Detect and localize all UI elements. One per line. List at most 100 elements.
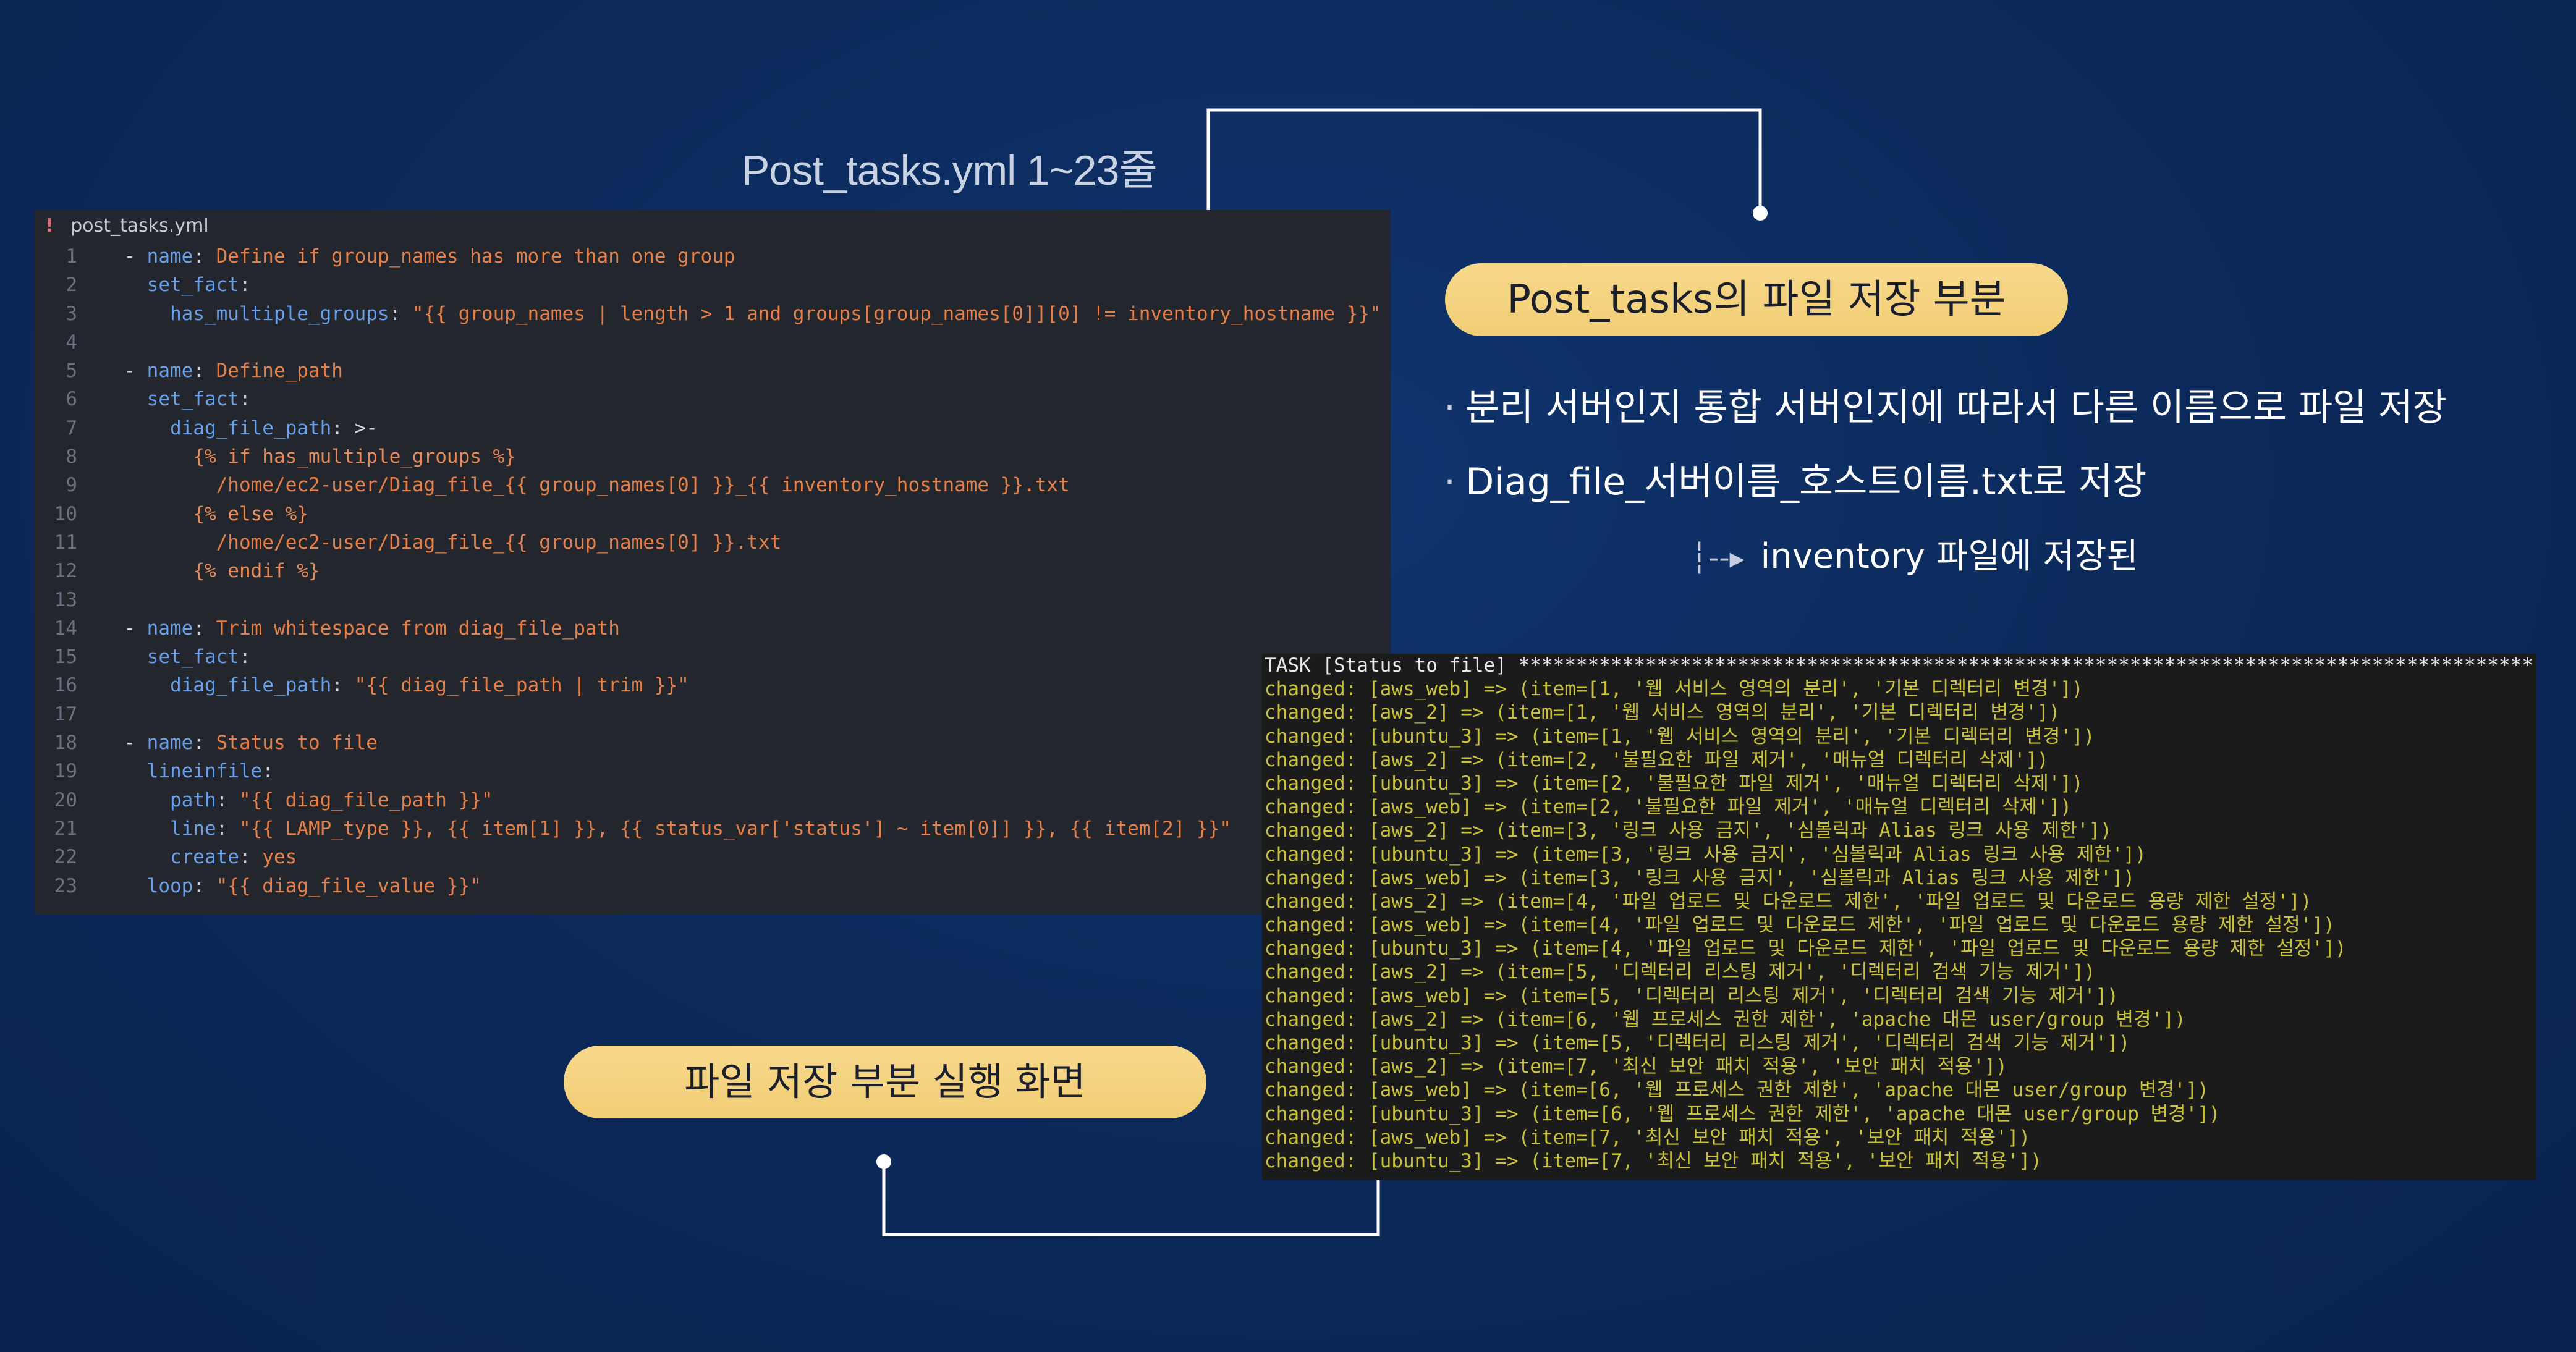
- code-token: {% endif %}: [193, 560, 320, 583]
- code-line: 22 create: yes: [34, 843, 1391, 871]
- code-token: name: [146, 360, 193, 382]
- bullet-item: · Diag_file_서버이름_호스트이름.txt로 저장: [1444, 451, 2447, 525]
- code-token: {% else %}: [193, 502, 308, 525]
- code-editor: ! post_tasks.yml 1 - name: Define if gro…: [34, 210, 1391, 915]
- line-number: 16: [54, 674, 77, 697]
- terminal-line: changed: [ubuntu_3] => (item=[6, '웹 프로세스…: [1265, 1102, 2221, 1125]
- code-line: 21 line: "{{ LAMP_type }}, {{ item[1] }}…: [34, 814, 1391, 843]
- line-number: 4: [66, 331, 77, 353]
- code-token: /home/ec2-user/Diag_file_{{ group_names[…: [216, 531, 782, 554]
- code-line: 11 /home/ec2-user/Diag_file_{{ group_nam…: [34, 528, 1391, 557]
- line-number: 22: [54, 846, 77, 869]
- editor-tab-label: post_tasks.yml: [70, 215, 209, 237]
- code-token: -: [124, 617, 147, 640]
- code-token: -: [124, 245, 147, 268]
- code-token: {% if has_multiple_groups %}: [193, 446, 516, 468]
- code-line: 20 path: "{{ diag_file_path }}": [34, 786, 1391, 814]
- bullet-dot-icon: ·: [1444, 386, 1456, 429]
- code-line: 5 - name: Define_path: [34, 357, 1391, 385]
- code-line: 17: [34, 700, 1391, 729]
- editor-tab[interactable]: ! post_tasks.yml: [34, 210, 1391, 242]
- code-token: -: [124, 732, 147, 754]
- terminal-line: changed: [ubuntu_3] => (item=[4, '파일 업로드…: [1265, 937, 2347, 960]
- sub-note: ┆--▸ inventory 파일에 저장된: [1690, 528, 2138, 578]
- terminal-line: changed: [aws_2] => (item=[1, '웹 서비스 영역의…: [1265, 701, 2061, 724]
- code-line: 16 diag_file_path: "{{ diag_file_path | …: [34, 671, 1391, 699]
- terminal-line: changed: [aws_web] => (item=[1, '웹 서비스 영…: [1265, 678, 2083, 701]
- code-token: "{{ diag_file_path | trim }}": [354, 674, 689, 697]
- line-number: 7: [66, 416, 77, 439]
- terminal-line: changed: [aws_web] => (item=[3, '링크 사용 금…: [1265, 866, 2135, 889]
- line-number: 12: [54, 560, 77, 583]
- line-number: 6: [66, 388, 77, 411]
- terminal-line: changed: [aws_web] => (item=[4, '파일 업로드 …: [1265, 914, 2335, 937]
- line-number: 20: [54, 788, 77, 811]
- code-token: Define_path: [216, 360, 343, 382]
- description-bullets: · 분리 서버인지 통합 서버인지에 따라서 다른 이름으로 파일 저장 · Dia…: [1444, 377, 2447, 525]
- code-token: :: [216, 788, 239, 811]
- code-token: create: [169, 846, 239, 869]
- code-token: :: [262, 760, 274, 783]
- code-line: 3 has_multiple_groups: "{{ group_names |…: [34, 300, 1391, 328]
- code-line: 14 - name: Trim whitespace from diag_fil…: [34, 614, 1391, 643]
- line-number: 17: [54, 703, 77, 725]
- terminal-line: changed: [aws_web] => (item=[5, '디렉터리 리스…: [1265, 984, 2119, 1007]
- sub-note-text: inventory 파일에 저장된: [1760, 536, 2138, 577]
- line-number: 19: [54, 760, 77, 783]
- code-token: :: [193, 617, 216, 640]
- code-token: :: [331, 674, 355, 697]
- line-number: 1: [66, 245, 77, 268]
- code-token: Define if group_names has more than one …: [216, 245, 735, 268]
- line-number: 8: [66, 446, 77, 468]
- code-line: 6 set_fact:: [34, 385, 1391, 413]
- code-line: 12 {% endif %}: [34, 557, 1391, 585]
- terminal-line: changed: [ubuntu_3] => (item=[7, '최신 보안 …: [1265, 1149, 2042, 1172]
- bullet-item: · 분리 서버인지 통합 서버인지에 따라서 다른 이름으로 파일 저장: [1444, 377, 2447, 451]
- line-number: 10: [54, 502, 77, 525]
- code-token: "{{ diag_file_path }}": [239, 788, 493, 811]
- terminal-line: changed: [aws_web] => (item=[6, '웹 프로세스 …: [1265, 1079, 2209, 1102]
- terminal-line: changed: [aws_2] => (item=[6, '웹 프로세스 권한…: [1265, 1008, 2186, 1031]
- line-number: 3: [66, 302, 77, 325]
- terminal-output: TASK [Status to file] ******************…: [1262, 654, 2536, 1180]
- line-number: 13: [54, 588, 77, 611]
- code-token: :: [239, 274, 251, 297]
- line-number: 23: [54, 874, 77, 897]
- code-token: name: [146, 732, 193, 754]
- bullet-dot-icon: ·: [1444, 460, 1456, 504]
- terminal-line: changed: [ubuntu_3] => (item=[1, '웹 서비스 …: [1265, 725, 2095, 748]
- terminal-line: changed: [aws_2] => (item=[2, '불필요한 파일 제…: [1265, 748, 2049, 771]
- code-token: name: [146, 245, 193, 268]
- code-token: :: [239, 846, 263, 869]
- code-token: :: [193, 360, 216, 382]
- code-token: :: [193, 874, 216, 897]
- code-line: 9 /home/ec2-user/Diag_file_{{ group_name…: [34, 471, 1391, 499]
- code-token: set_fact: [146, 388, 239, 411]
- top-connector: [1206, 108, 1762, 213]
- code-token: path: [169, 788, 216, 811]
- line-number: 11: [54, 531, 77, 554]
- terminal-line: changed: [aws_web] => (item=[2, '불필요한 파일…: [1265, 796, 2072, 819]
- terminal-line: changed: [ubuntu_3] => (item=[5, '디렉터리 리…: [1265, 1032, 2130, 1054]
- line-number: 18: [54, 732, 77, 754]
- code-line: 1 - name: Define if group_names has more…: [34, 242, 1391, 271]
- code-token: diag_file_path: [169, 674, 332, 697]
- code-token: set_fact: [146, 274, 239, 297]
- code-line: 8 {% if has_multiple_groups %}: [34, 442, 1391, 471]
- section-title-pill: Post_tasks의 파일 저장 부분: [1445, 263, 2068, 336]
- code-line: 7 diag_file_path: >-: [34, 414, 1391, 442]
- code-token: name: [146, 617, 193, 640]
- code-token: yes: [262, 846, 297, 869]
